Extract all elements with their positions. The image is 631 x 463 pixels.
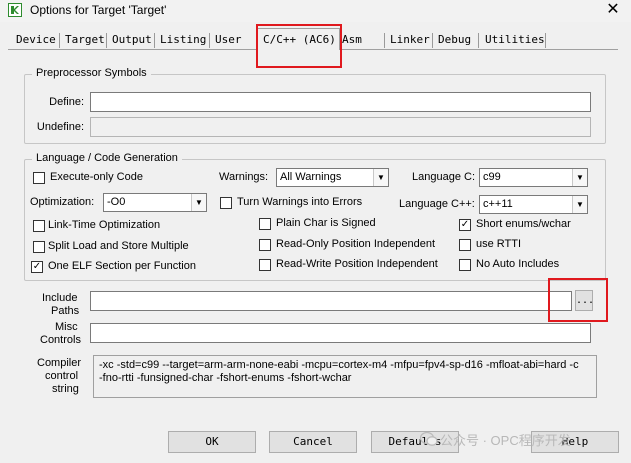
no-auto-includes-checkbox[interactable]	[459, 259, 471, 271]
tab-separator	[545, 33, 546, 48]
chevron-down-icon[interactable]: ▼	[572, 196, 587, 213]
short-enums-checkbox[interactable]: ✓	[459, 219, 471, 231]
tab-listing[interactable]: Listing	[156, 33, 210, 49]
browse-highlight-annotation	[548, 278, 608, 322]
warnings-errors-checkbox[interactable]	[220, 197, 232, 209]
rtti-checkbox[interactable]	[459, 239, 471, 251]
tab-separator	[209, 33, 210, 48]
chevron-down-icon[interactable]: ▼	[572, 169, 587, 186]
warnings-errors-label: Turn Warnings into Errors	[237, 196, 363, 208]
language-c-label: Language C:	[412, 171, 475, 183]
tab-separator	[384, 33, 385, 48]
watermark-text: 公众号 · OPC程序开发	[440, 433, 571, 448]
tab-linker[interactable]: Linker	[386, 33, 434, 49]
wechat-icon	[420, 431, 438, 446]
tab-device[interactable]: Device	[12, 33, 60, 49]
tab-separator	[478, 33, 479, 48]
chevron-down-icon[interactable]: ▼	[191, 194, 206, 211]
define-label: Define:	[49, 96, 84, 108]
close-icon[interactable]: ✕	[604, 0, 622, 20]
warnings-select[interactable]: All Warnings ▼	[276, 168, 389, 187]
tab-separator	[154, 33, 155, 48]
one-elf-label: One ELF Section per Function	[48, 260, 196, 272]
ropi-checkbox[interactable]	[259, 239, 271, 251]
warnings-select-value: All Warnings	[280, 171, 342, 183]
tab-highlight-annotation	[256, 24, 342, 68]
compiler-control-label-line3: string	[52, 383, 79, 395]
include-paths-label-line1: Include	[42, 292, 78, 304]
chevron-down-icon[interactable]: ▼	[373, 169, 388, 186]
compiler-control-label-line1: Compiler	[37, 357, 82, 369]
ok-button[interactable]: OK	[168, 431, 256, 453]
misc-controls-input[interactable]	[90, 323, 591, 343]
one-elf-checkbox[interactable]: ✓	[31, 261, 43, 273]
warnings-label: Warnings:	[219, 171, 269, 183]
compiler-control-line-1: -xc -std=c99 --target=arm-arm-none-eabi …	[99, 359, 579, 371]
plain-char-checkbox[interactable]	[259, 218, 271, 230]
ropi-label: Read-Only Position Independent	[276, 238, 435, 250]
undefine-label: Undefine:	[36, 121, 84, 133]
compiler-control-label-line2: control	[45, 370, 79, 382]
language-cpp-select[interactable]: c++11 ▼	[479, 195, 588, 214]
include-paths-input[interactable]	[90, 291, 572, 311]
split-load-label: Split Load and Store Multiple	[48, 240, 189, 252]
misc-controls-label-line1: Misc	[55, 321, 78, 333]
optimization-label: Optimization:	[30, 196, 95, 208]
optimization-select[interactable]: -O0 ▼	[103, 193, 207, 212]
language-c-select-value: c99	[483, 171, 501, 183]
undefine-input[interactable]	[90, 117, 591, 137]
split-load-checkbox[interactable]	[33, 241, 45, 253]
rtti-label: use RTTI	[476, 238, 522, 250]
tab-separator	[432, 33, 433, 48]
tab-output[interactable]: Output	[108, 33, 156, 49]
language-c-select[interactable]: c99 ▼	[479, 168, 588, 187]
tab-separator	[59, 33, 60, 48]
no-auto-includes-label: No Auto Includes	[476, 258, 560, 270]
define-input[interactable]	[90, 92, 591, 112]
short-enums-label: Short enums/wchar	[476, 218, 571, 230]
tab-asm[interactable]: Asm	[338, 33, 366, 49]
tab-utilities[interactable]: Utilities	[481, 33, 549, 49]
preprocessor-group-title: Preprocessor Symbols	[32, 67, 151, 79]
execute-only-checkbox[interactable]	[33, 172, 45, 184]
compiler-control-string: -xc -std=c99 --target=arm-arm-none-eabi …	[93, 355, 597, 398]
compiler-control-line-2: -fno-rtti -funsigned-char -fshort-enums …	[99, 372, 352, 384]
keil-window-icon	[8, 3, 22, 17]
tab-separator	[106, 33, 107, 48]
tab-debug[interactable]: Debug	[434, 33, 475, 49]
execute-only-label: Execute-only Code	[50, 171, 143, 183]
language-cpp-label: Language C++:	[399, 198, 475, 210]
rwpi-checkbox[interactable]	[259, 259, 271, 271]
language-cpp-select-value: c++11	[483, 198, 513, 210]
tab-target[interactable]: Target	[61, 33, 109, 49]
tab-user[interactable]: User	[211, 33, 246, 49]
lto-label: Link-Time Optimization	[48, 219, 161, 231]
optimization-select-value: -O0	[107, 196, 126, 208]
rwpi-label: Read-Write Position Independent	[276, 258, 438, 270]
lto-checkbox[interactable]	[33, 220, 45, 232]
misc-controls-label-line2: Controls	[40, 334, 81, 346]
plain-char-label: Plain Char is Signed	[276, 217, 376, 229]
include-paths-label-line2: Paths	[51, 305, 80, 317]
window-title: Options for Target 'Target'	[30, 3, 167, 17]
language-group-title: Language / Code Generation	[32, 152, 182, 164]
cancel-button[interactable]: Cancel	[269, 431, 357, 453]
